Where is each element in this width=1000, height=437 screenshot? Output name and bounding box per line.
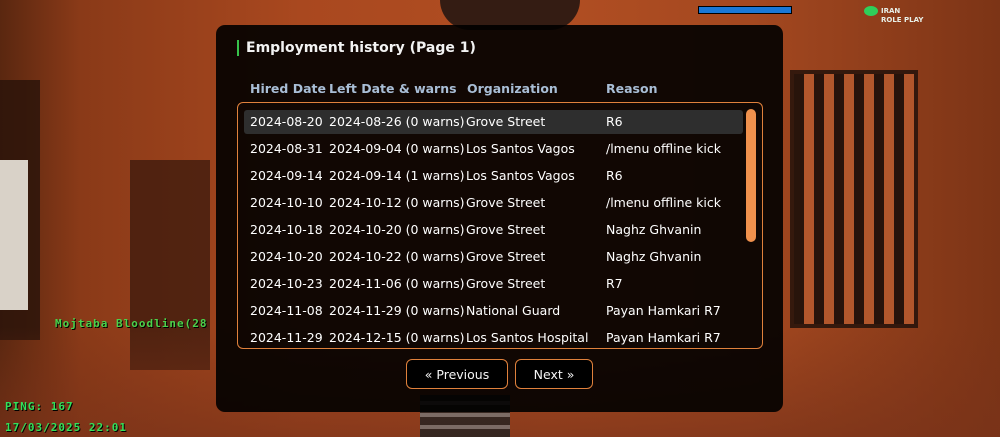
table-row[interactable]: 2024-11-29 2024-12-15 (0 warns) Los Sant… — [244, 326, 743, 348]
cell-left: 2024-09-04 (0 warns) — [329, 141, 465, 156]
cell-organization: Los Santos Vagos — [466, 168, 575, 183]
table-row[interactable]: 2024-10-18 2024-10-20 (0 warns) Grove St… — [244, 218, 743, 242]
header-organization: Organization — [467, 81, 558, 96]
header-left-date: Left Date & warns — [329, 81, 457, 96]
table-row[interactable]: 2024-11-08 2024-11-29 (0 warns) National… — [244, 299, 743, 323]
cell-organization: Los Santos Vagos — [466, 141, 575, 156]
table-row[interactable]: 2024-10-23 2024-11-06 (0 warns) Grove St… — [244, 272, 743, 296]
cell-hired: 2024-11-08 — [250, 303, 323, 318]
cell-hired: 2024-10-18 — [250, 222, 323, 237]
table-row[interactable]: 2024-10-20 2024-10-22 (0 warns) Grove St… — [244, 245, 743, 269]
server-logo: IRAN ROLE PLAY — [864, 6, 928, 24]
cell-reason: /lmenu offline kick — [606, 141, 721, 156]
previous-page-button[interactable]: « Previous — [406, 359, 508, 389]
cell-reason: R6 — [606, 114, 623, 129]
table-row[interactable]: 2024-10-10 2024-10-12 (0 warns) Grove St… — [244, 191, 743, 215]
cell-left: 2024-11-29 (0 warns) — [329, 303, 465, 318]
cell-organization: Los Santos Hospital — [466, 330, 589, 345]
cell-organization: Grove Street — [466, 222, 546, 237]
cell-reason: Naghz Ghvanin — [606, 222, 702, 237]
datetime-readout: 17/03/2025 22:01 — [5, 421, 127, 434]
table-row[interactable]: 2024-08-31 2024-09-04 (0 warns) Los Sant… — [244, 137, 743, 161]
dialog-title: Employment history (Page 1) — [237, 40, 476, 56]
cell-left: 2024-09-14 (1 warns) — [329, 168, 465, 183]
health-bar — [698, 6, 792, 14]
cell-organization: Grove Street — [466, 276, 546, 291]
table-row[interactable]: 2024-09-14 2024-09-14 (1 warns) Los Sant… — [244, 164, 743, 188]
logo-line1: IRAN — [881, 7, 901, 15]
cell-reason: Payan Hamkari R7 — [606, 303, 721, 318]
cell-hired: 2024-11-29 — [250, 330, 323, 345]
cell-hired: 2024-08-31 — [250, 141, 323, 156]
background-painting — [0, 160, 28, 310]
cell-reason: R6 — [606, 168, 623, 183]
cell-hired: 2024-08-20 — [250, 114, 323, 129]
list-scrollbar[interactable] — [746, 109, 756, 242]
next-page-button[interactable]: Next » — [515, 359, 593, 389]
cell-organization: National Guard — [466, 303, 561, 318]
header-hired-date: Hired Date — [250, 81, 326, 96]
ping-readout: PING: 167 — [5, 400, 74, 413]
table-row[interactable]: 2024-08-20 2024-08-26 (0 warns) Grove St… — [244, 110, 743, 134]
player-name-tag: Mojtaba Bloodline(28 — [55, 317, 208, 330]
cell-left: 2024-10-22 (0 warns) — [329, 249, 465, 264]
cell-hired: 2024-10-20 — [250, 249, 323, 264]
cell-left: 2024-08-26 (0 warns) — [329, 114, 465, 129]
background-decorative-screen — [790, 70, 918, 328]
cell-left: 2024-10-12 (0 warns) — [329, 195, 465, 210]
cell-left: 2024-12-15 (0 warns) — [329, 330, 465, 345]
cell-hired: 2024-10-23 — [250, 276, 323, 291]
header-reason: Reason — [606, 81, 658, 96]
cell-reason: Payan Hamkari R7 — [606, 330, 721, 345]
cell-organization: Grove Street — [466, 249, 546, 264]
cell-hired: 2024-09-14 — [250, 168, 323, 183]
cell-organization: Grove Street — [466, 114, 546, 129]
cell-reason: /lmenu offline kick — [606, 195, 721, 210]
history-list[interactable]: 2024-08-20 2024-08-26 (0 warns) Grove St… — [237, 102, 763, 349]
column-headers: Hired Date Left Date & warns Organizatio… — [250, 81, 770, 97]
cell-reason: Naghz Ghvanin — [606, 249, 702, 264]
logo-line2: ROLE PLAY — [881, 16, 924, 24]
logo-icon — [864, 6, 878, 16]
cell-left: 2024-10-20 (0 warns) — [329, 222, 465, 237]
cell-reason: R7 — [606, 276, 623, 291]
cell-organization: Grove Street — [466, 195, 546, 210]
cell-left: 2024-11-06 (0 warns) — [329, 276, 465, 291]
cell-hired: 2024-10-10 — [250, 195, 323, 210]
employment-history-dialog: Employment history (Page 1) Hired Date L… — [216, 25, 783, 412]
